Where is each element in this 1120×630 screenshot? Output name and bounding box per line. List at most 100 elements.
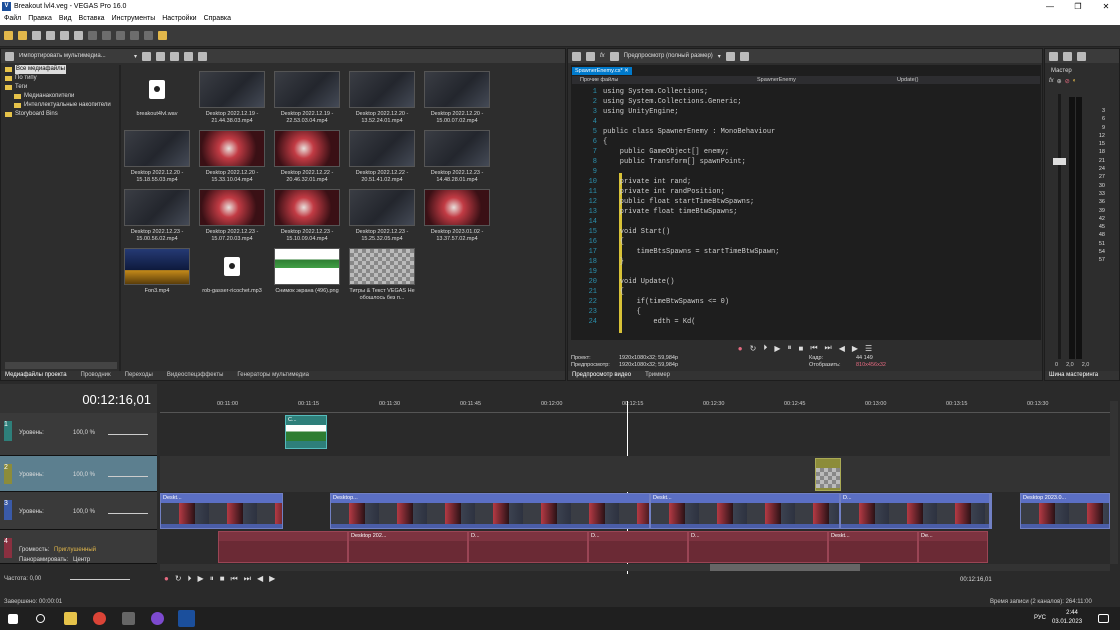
tab-project-media[interactable]: Медиафайлы проекта [5, 371, 67, 380]
tab-transitions[interactable]: Переходы [125, 371, 153, 380]
loop-icon[interactable]: ↻ [750, 344, 757, 353]
vertical-scrollbar[interactable] [1110, 401, 1118, 564]
redo-icon[interactable] [144, 31, 153, 40]
import-dropdown[interactable]: Импортировать мультимедиа... [19, 53, 129, 59]
record-icon[interactable]: ● [738, 344, 743, 353]
tab-trimmer[interactable]: Триммер [645, 371, 670, 380]
video-clip[interactable]: C... [285, 415, 327, 449]
record-icon[interactable]: ● [164, 574, 169, 584]
title-clip[interactable] [815, 458, 841, 491]
import-icon[interactable] [5, 51, 14, 61]
pan-icon[interactable]: ⊕ [1057, 78, 1062, 85]
start-icon[interactable] [8, 614, 18, 624]
video-clip[interactable]: D... [840, 493, 990, 529]
play-from-start-icon[interactable]: ⏵ [188, 574, 192, 584]
views-icon[interactable] [184, 51, 194, 61]
media-item[interactable]: Desktop 2022.12.20 - 15.33.10.04.mp4 [198, 130, 266, 184]
clock-time[interactable]: 2:44 [1058, 610, 1086, 616]
menu-insert[interactable]: Вставка [79, 13, 105, 25]
media-item[interactable]: breakout4lvl.wav [123, 71, 191, 118]
menu-options[interactable]: Настройки [162, 13, 196, 25]
save-icon[interactable] [32, 31, 41, 40]
remove-icon[interactable] [156, 51, 166, 61]
unity-icon[interactable] [122, 612, 135, 625]
stop-icon[interactable]: ■ [220, 574, 225, 584]
menu-icon[interactable]: ☰ [865, 344, 872, 353]
horizontal-scrollbar[interactable] [160, 564, 1110, 571]
pause-icon[interactable]: ⏸ [210, 574, 214, 584]
tree-item-media-bins[interactable]: Медианакопители [5, 92, 119, 101]
settings-icon[interactable] [74, 31, 83, 40]
level-slider[interactable] [108, 434, 148, 435]
go-to-start-icon[interactable]: ⏮ [231, 574, 238, 584]
media-item[interactable]: rob-gasser-ricochet.mp3 [198, 248, 266, 295]
vegas-taskbar-icon[interactable] [178, 610, 195, 627]
discord-icon[interactable] [151, 612, 164, 625]
menu-tools[interactable]: Инструменты [112, 13, 156, 25]
media-item[interactable]: Fon3.mp4 [123, 248, 191, 295]
preview-settings-icon[interactable] [572, 51, 581, 61]
tree-item-storyboard-bins[interactable]: Storyboard Bins [5, 110, 119, 119]
go-to-end-icon[interactable]: ⏭ [244, 574, 251, 584]
mute-icon[interactable] [1063, 51, 1072, 61]
chevron-down-icon[interactable]: ▾ [718, 53, 721, 60]
loop-icon[interactable]: ↻ [175, 574, 182, 584]
tree-item-all-media[interactable]: Все медиафайлы [5, 65, 119, 74]
media-item[interactable]: Desktop 2022.12.20 - 15.00.07.02.mp4 [423, 71, 491, 125]
time-ruler[interactable]: 00:11:00 00:11:15 00:11:30 00:11:45 00:12:00… [160, 401, 1110, 413]
play-icon[interactable] [170, 51, 180, 61]
media-item[interactable]: Desktop 2022.12.23 - 14.48.28.01.mp4 [423, 130, 491, 184]
capture-icon[interactable] [142, 51, 152, 61]
tab-video-fx[interactable]: Видеоспецэффекты [167, 371, 224, 380]
audio-clip[interactable]: Desktop 202... [348, 531, 468, 563]
notifications-icon[interactable] [1098, 614, 1109, 623]
audio-clip[interactable]: De... [918, 531, 988, 563]
media-item[interactable]: Desktop 2022.12.22 - 20.51.41.02.mp4 [348, 130, 416, 184]
prev-frame-icon[interactable]: ◀ [257, 574, 263, 584]
tracks-area[interactable]: C... Deskt... Desktop... Deskt... D... D… [160, 413, 1110, 564]
video-clip[interactable]: Deskt... [160, 493, 283, 529]
panel-splitter[interactable] [119, 65, 121, 371]
maximize-button[interactable]: ❐ [1064, 0, 1092, 13]
next-frame-icon[interactable]: ▶ [269, 574, 275, 584]
open-icon[interactable] [18, 31, 27, 40]
tree-item-by-type[interactable]: По типу [5, 74, 119, 83]
tree-item-smart-bins[interactable]: Интеллектуальные накопители [5, 101, 119, 110]
audio-clip[interactable]: D... [588, 531, 688, 563]
prev-frame-icon[interactable]: ◀ [839, 344, 845, 353]
level-slider[interactable] [108, 476, 148, 477]
master-settings-icon[interactable] [1049, 51, 1058, 61]
audio-clip[interactable] [218, 531, 348, 563]
new-project-icon[interactable] [4, 31, 13, 40]
menu-help[interactable]: Справка [204, 13, 231, 25]
media-item[interactable]: Desktop 2022.12.23 - 15.10.09.04.mp4 [273, 189, 341, 243]
menu-view[interactable]: Вид [59, 13, 72, 25]
copy-snapshot-icon[interactable] [609, 51, 619, 61]
copy-icon[interactable] [102, 31, 111, 40]
save-as-icon[interactable] [46, 31, 55, 40]
video-clip[interactable]: Desktop 2023.0... [1020, 493, 1110, 529]
zoom-icon[interactable] [198, 51, 208, 61]
chevron-down-icon[interactable]: ▾ [134, 53, 137, 60]
go-to-end-icon[interactable]: ⏭ [825, 343, 832, 353]
mute-red-icon[interactable]: ⊘ [1065, 78, 1070, 85]
paste-icon[interactable] [116, 31, 125, 40]
pause-icon[interactable]: ⏸ [787, 343, 791, 353]
audio-clip[interactable]: Deskt... [828, 531, 918, 563]
tab-explorer[interactable]: Проводник [81, 371, 111, 380]
language-indicator[interactable]: РУС [1034, 615, 1046, 621]
play-icon[interactable]: ▶ [774, 344, 780, 353]
tree-item-tags[interactable]: Теги [5, 83, 119, 92]
media-item[interactable]: Desktop 2022.12.22 - 20.46.32.01.mp4 [273, 130, 341, 184]
file-explorer-icon[interactable] [64, 612, 77, 625]
render-icon[interactable] [60, 31, 69, 40]
master-fader-track[interactable] [1058, 94, 1061, 359]
next-frame-icon[interactable]: ▶ [852, 344, 858, 353]
media-item[interactable]: Desktop 2022.12.19 - 21.44.38.03.mp4 [198, 71, 266, 125]
media-item[interactable]: Desktop 2022.12.23 - 15.00.56.02.mp4 [123, 189, 191, 243]
undo-icon[interactable] [130, 31, 139, 40]
level-slider[interactable] [108, 513, 148, 514]
search-icon[interactable] [36, 614, 45, 623]
save-snapshot-icon[interactable] [739, 51, 749, 61]
media-item[interactable]: Снимок экрана (496).png [273, 248, 341, 295]
